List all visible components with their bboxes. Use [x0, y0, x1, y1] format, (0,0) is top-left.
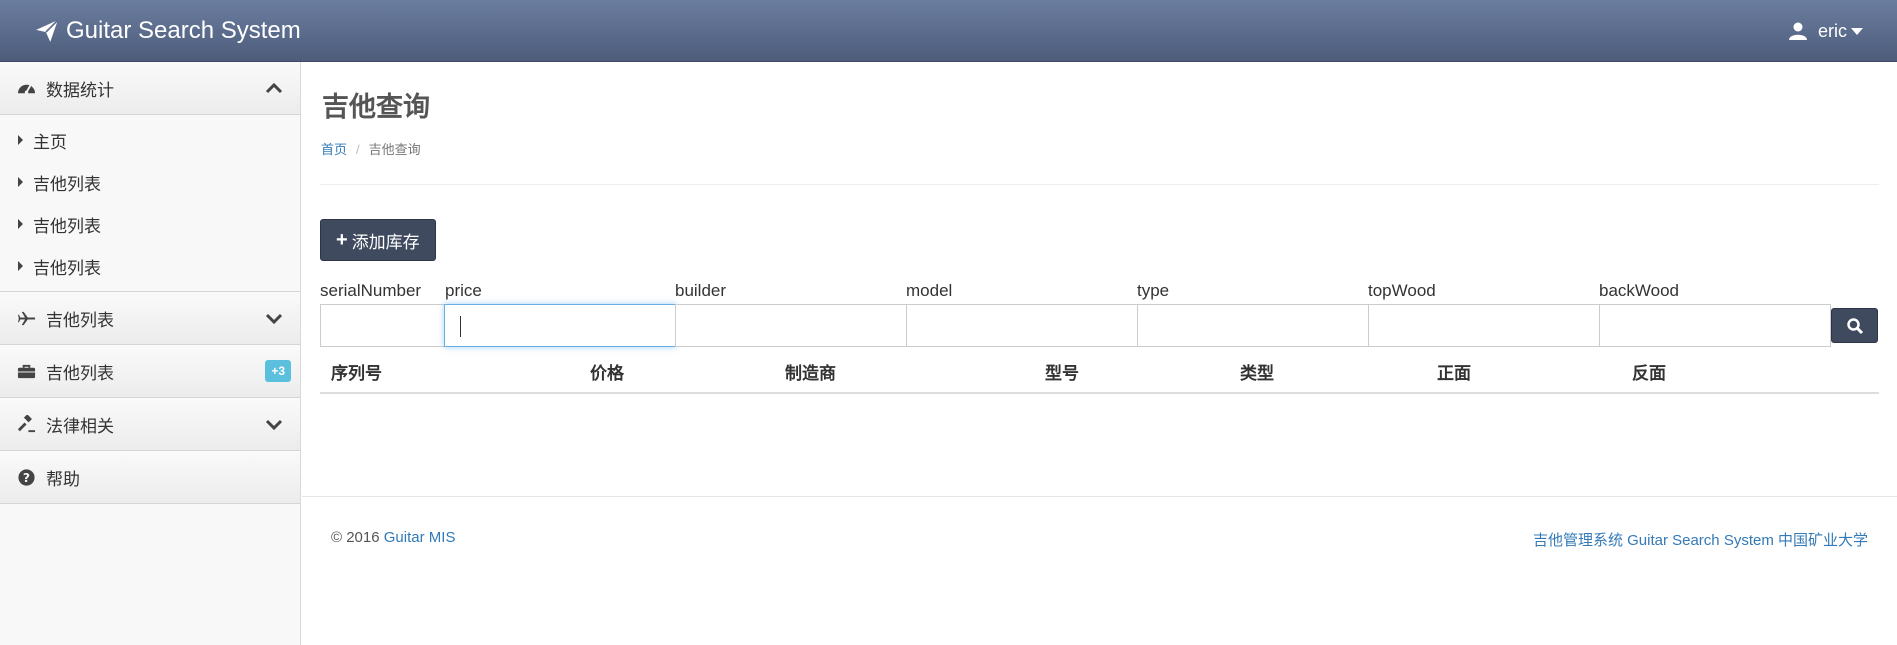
sidebar-section-guitar-list[interactable]: 吉他列表 [0, 292, 300, 345]
sidebar-item-label: 吉他列表 [33, 216, 101, 236]
model-input[interactable] [906, 304, 1138, 347]
sidebar-section-help[interactable]: ? 帮助 [0, 451, 300, 504]
user-icon [1788, 22, 1807, 40]
paper-plane-icon [36, 19, 59, 42]
column-header-price: 价格 [590, 364, 624, 383]
filter-label-top-wood: topWood [1368, 281, 1436, 300]
chevron-down-icon [265, 313, 283, 325]
sidebar-section-guitar-list-2[interactable]: 吉他列表 +3 [0, 345, 300, 398]
caret-right-icon [18, 135, 23, 145]
breadcrumb-separator: / [356, 142, 360, 157]
brand-title: Guitar Search System [66, 17, 301, 44]
filter-label-back-wood: backWood [1599, 281, 1680, 300]
footer-divider [302, 496, 1897, 497]
sidebar-section-stats[interactable]: 数据统计 [0, 62, 300, 115]
add-inventory-button[interactable]: + 添加库存 [320, 219, 436, 261]
sidebar-section-label: 吉他列表 [46, 363, 114, 383]
svg-text:?: ? [23, 470, 30, 484]
filter-label-price: price [445, 281, 482, 300]
main-content: 吉他查询 首页 / 吉他查询 + 添加库存 serialNumber price b… [302, 62, 1897, 645]
user-name: eric [1817, 20, 1847, 41]
briefcase-icon [17, 362, 36, 381]
sidebar: 数据统计 主页 吉他列表 吉他列表 吉他列表 吉他列表 吉他列表 +3 法律相关… [0, 62, 301, 645]
brand-link[interactable]: Guitar Search System [34, 14, 301, 48]
caret-right-icon [18, 177, 23, 187]
breadcrumb: 首页 / 吉他查询 [321, 139, 421, 158]
back-wood-input[interactable] [1599, 304, 1831, 347]
footer-copyright: © 2016 Guitar MIS [331, 529, 455, 546]
top-wood-input[interactable] [1368, 304, 1600, 347]
filter-label-model: model [906, 281, 953, 300]
page-title: 吉他查询 [322, 92, 430, 123]
breadcrumb-home-link[interactable]: 首页 [321, 142, 347, 157]
sidebar-section-label: 法律相关 [46, 416, 114, 436]
question-circle-icon: ? [17, 468, 36, 487]
dashboard-icon [17, 79, 36, 98]
search-icon [1846, 317, 1863, 334]
sidebar-section-label: 数据统计 [46, 80, 114, 100]
divider [320, 184, 1879, 185]
filter-label-type: type [1137, 281, 1170, 300]
column-header-top: 正面 [1437, 364, 1471, 383]
sidebar-section-label: 吉他列表 [46, 310, 114, 330]
caret-right-icon [18, 219, 23, 229]
count-badge: +3 [265, 360, 291, 382]
copyright-text: © 2016 [331, 529, 380, 546]
filter-label-builder: builder [675, 281, 727, 300]
sidebar-item-guitar-list[interactable]: 吉他列表 [0, 161, 300, 203]
table-header-border [320, 392, 1879, 394]
plane-icon [17, 309, 36, 328]
column-header-serial-number: 序列号 [331, 364, 382, 383]
type-input[interactable] [1137, 304, 1369, 347]
sidebar-section-label: 帮助 [46, 469, 80, 489]
footer-link[interactable]: Guitar MIS [384, 529, 456, 546]
serial-number-input[interactable] [320, 304, 445, 347]
breadcrumb-current: 吉他查询 [368, 142, 421, 157]
price-input[interactable] [444, 304, 676, 347]
sidebar-submenu: 主页 吉他列表 吉他列表 吉他列表 [0, 115, 300, 292]
builder-input[interactable] [675, 304, 907, 347]
sidebar-item-label: 主页 [33, 132, 67, 152]
filter-label-serial-number: serialNumber [320, 281, 422, 300]
search-button[interactable] [1831, 308, 1878, 343]
caret-right-icon [18, 261, 23, 271]
add-inventory-label: 添加库存 [351, 232, 420, 252]
sidebar-item-label: 吉他列表 [33, 174, 101, 194]
column-header-back: 反面 [1632, 364, 1666, 383]
text-cursor [460, 316, 461, 337]
caret-down-icon [1851, 27, 1863, 35]
sidebar-item-label: 吉他列表 [33, 258, 101, 278]
sidebar-item-home[interactable]: 主页 [0, 119, 300, 161]
gavel-icon [17, 414, 36, 434]
user-menu[interactable]: eric [1788, 18, 1863, 44]
column-header-builder: 制造商 [785, 364, 836, 383]
chevron-up-icon [265, 82, 283, 94]
sidebar-section-legal[interactable]: 法律相关 [0, 398, 300, 451]
sidebar-item-guitar-list[interactable]: 吉他列表 [0, 245, 300, 287]
chevron-down-icon [265, 419, 283, 431]
column-header-type: 类型 [1240, 364, 1274, 383]
column-header-model: 型号 [1045, 364, 1079, 383]
sidebar-item-guitar-list[interactable]: 吉他列表 [0, 203, 300, 245]
plus-icon: + [336, 228, 348, 251]
footer-credits: 吉他管理系统 Guitar Search System 中国矿业大学 [1532, 532, 1868, 549]
top-navbar: Guitar Search System eric [0, 0, 1897, 62]
